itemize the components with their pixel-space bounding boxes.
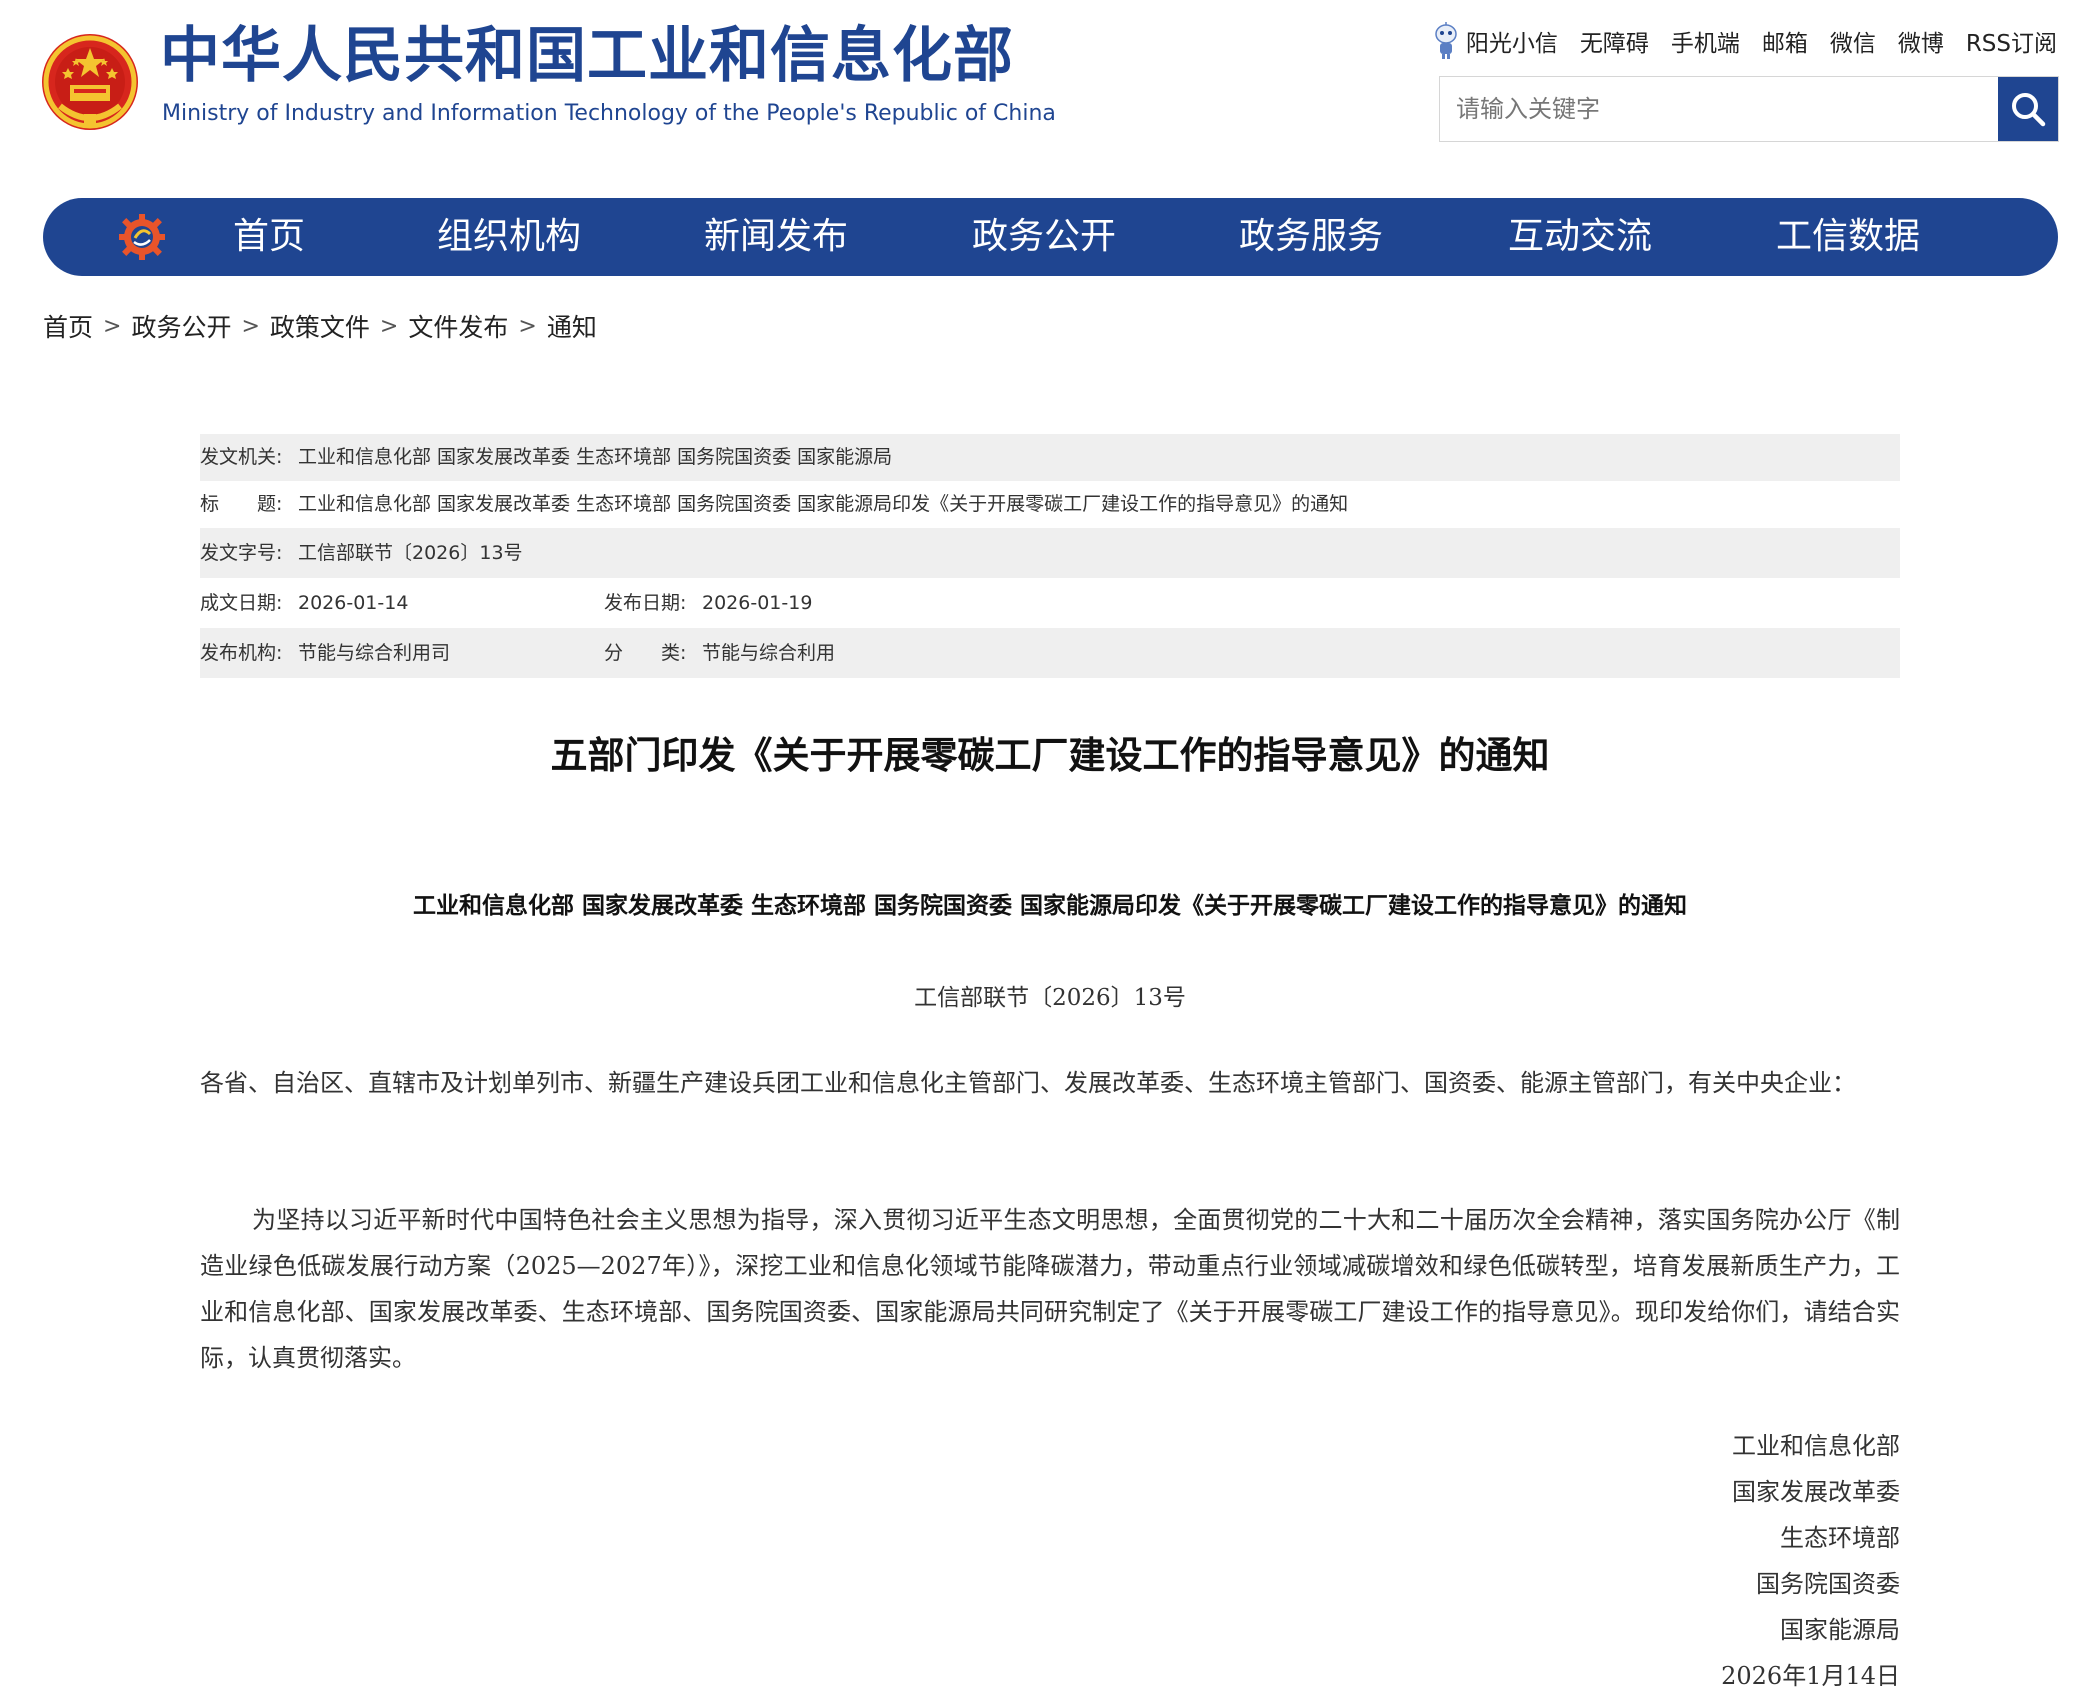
breadcrumb: 首页 > 政务公开 > 政策文件 > 文件发布 > 通知 xyxy=(43,308,597,344)
info-value-publish-date: 2026-01-19 xyxy=(702,592,813,614)
top-link-mobile[interactable]: 手机端 xyxy=(1671,24,1740,58)
search-input[interactable] xyxy=(1440,77,1996,141)
breadcrumb-home[interactable]: 首页 xyxy=(43,308,93,344)
signatory: 生态环境部 xyxy=(1780,1524,1900,1552)
site-title: 中华人民共和国工业和信息化部 xyxy=(160,21,1014,91)
nav-item-data[interactable]: 工信数据 xyxy=(1776,198,1920,276)
info-row-dates: 成文日期: 2026-01-14 发布日期: 2026-01-19 xyxy=(200,578,1900,628)
top-link-sunshine[interactable]: 阳光小信 xyxy=(1432,22,1558,60)
info-row-agency: 发布机构: 节能与综合利用司 分 类: 节能与综合利用 xyxy=(200,628,1900,678)
breadcrumb-document-release[interactable]: 文件发布 xyxy=(408,308,508,344)
signature-block: 工业和信息化部 国家发展改革委 生态环境部 国务院国资委 国家能源局 2026年… xyxy=(1721,1423,1900,1699)
info-value-title: 工业和信息化部 国家发展改革委 生态环境部 国务院国资委 国家能源局印发《关于开… xyxy=(298,493,1349,515)
robot-mascot-icon xyxy=(1435,22,1457,59)
top-link-accessibility[interactable]: 无障碍 xyxy=(1580,24,1649,58)
info-row-title: 标 题: 工业和信息化部 国家发展改革委 生态环境部 国务院国资委 国家能源局印… xyxy=(200,481,1900,528)
site-subtitle: Ministry of Industry and Information Tec… xyxy=(162,101,1056,126)
breadcrumb-separator: > xyxy=(241,313,260,339)
info-label: 发布日期: xyxy=(604,592,687,614)
info-value-agency: 节能与综合利用司 xyxy=(298,642,451,664)
nav-item-news[interactable]: 新闻发布 xyxy=(704,198,848,276)
breadcrumb-policy-documents[interactable]: 政策文件 xyxy=(270,308,370,344)
info-row-doc-number: 发文字号: 工信部联节〔2026〕13号 xyxy=(200,528,1900,578)
info-label: 发文字号: xyxy=(200,542,283,564)
body-paragraph: 为坚持以习近平新时代中国特色社会主义思想为指导，深入贯彻习近平生态文明思想，全面… xyxy=(200,1206,1900,1372)
info-value-issuer: 工业和信息化部 国家发展改革委 生态环境部 国务院国资委 国家能源局 xyxy=(298,446,893,468)
nav-item-government-services[interactable]: 政务服务 xyxy=(1239,198,1383,276)
breadcrumb-government-affairs[interactable]: 政务公开 xyxy=(131,308,231,344)
top-link-weibo[interactable]: 微博 xyxy=(1898,24,1944,58)
main-nav: 首页 组织机构 新闻发布 政务公开 政务服务 互动交流 工信数据 xyxy=(43,198,2058,276)
top-link-label: 阳光小信 xyxy=(1465,31,1558,57)
nav-item-interaction[interactable]: 互动交流 xyxy=(1508,198,1652,276)
search-box xyxy=(1439,76,2059,142)
breadcrumb-separator: > xyxy=(379,313,399,339)
top-link-rss[interactable]: RSS订阅 xyxy=(1966,24,2057,58)
signatory: 国家发展改革委 xyxy=(1732,1478,1900,1506)
info-label: 分 类: xyxy=(604,642,687,664)
top-links: 阳光小信 无障碍 手机端 邮箱 微信 微博 RSS订阅 xyxy=(1432,22,2057,60)
info-row-issuer: 发文机关: 工业和信息化部 国家发展改革委 生态环境部 国务院国资委 国家能源局 xyxy=(200,434,1900,481)
info-value-category: 节能与综合利用 xyxy=(702,642,836,664)
signatory: 工业和信息化部 xyxy=(1732,1432,1900,1460)
document-number: 工信部联节〔2026〕13号 xyxy=(914,985,1186,1011)
document-heading: 工业和信息化部 国家发展改革委 生态环境部 国务院国资委 国家能源局印发《关于开… xyxy=(412,892,1688,919)
search-button[interactable] xyxy=(1998,77,2058,141)
document-info-table: 发文机关: 工业和信息化部 国家发展改革委 生态环境部 国务院国资委 国家能源局… xyxy=(200,434,1900,678)
national-emblem-icon xyxy=(42,34,138,130)
info-label: 发文机关: xyxy=(200,446,283,468)
info-label: 成文日期: xyxy=(200,592,283,614)
info-value-doc-number: 工信部联节〔2026〕13号 xyxy=(298,542,523,564)
address-paragraph: 各省、自治区、直辖市及计划单列市、新疆生产建设兵团工业和信息化主管部门、发展改革… xyxy=(200,1069,1856,1097)
site-header: 中华人民共和国工业和信息化部 Ministry of Industry and … xyxy=(0,0,2091,190)
breadcrumb-notice[interactable]: 通知 xyxy=(547,308,597,344)
info-label: 发布机构: xyxy=(200,642,283,664)
nav-item-government-affairs[interactable]: 政务公开 xyxy=(972,198,1116,276)
info-value-written-date: 2026-01-14 xyxy=(298,592,409,614)
top-link-wechat[interactable]: 微信 xyxy=(1830,24,1876,58)
breadcrumb-separator: > xyxy=(518,313,537,339)
signatory: 国务院国资委 xyxy=(1756,1570,1900,1598)
nav-item-home[interactable]: 首页 xyxy=(233,198,305,276)
nav-item-organization[interactable]: 组织机构 xyxy=(437,198,581,276)
search-icon xyxy=(2012,93,2046,127)
sign-date: 2026年1月14日 xyxy=(1721,1662,1900,1690)
signatory: 国家能源局 xyxy=(1780,1616,1900,1644)
top-link-mailbox[interactable]: 邮箱 xyxy=(1762,24,1808,58)
article-title: 五部门印发《关于开展零碳工厂建设工作的指导意见》的通知 xyxy=(550,734,1550,777)
breadcrumb-separator: > xyxy=(103,313,122,339)
miit-logo-icon xyxy=(119,214,165,260)
info-label: 标 题: xyxy=(200,493,283,515)
